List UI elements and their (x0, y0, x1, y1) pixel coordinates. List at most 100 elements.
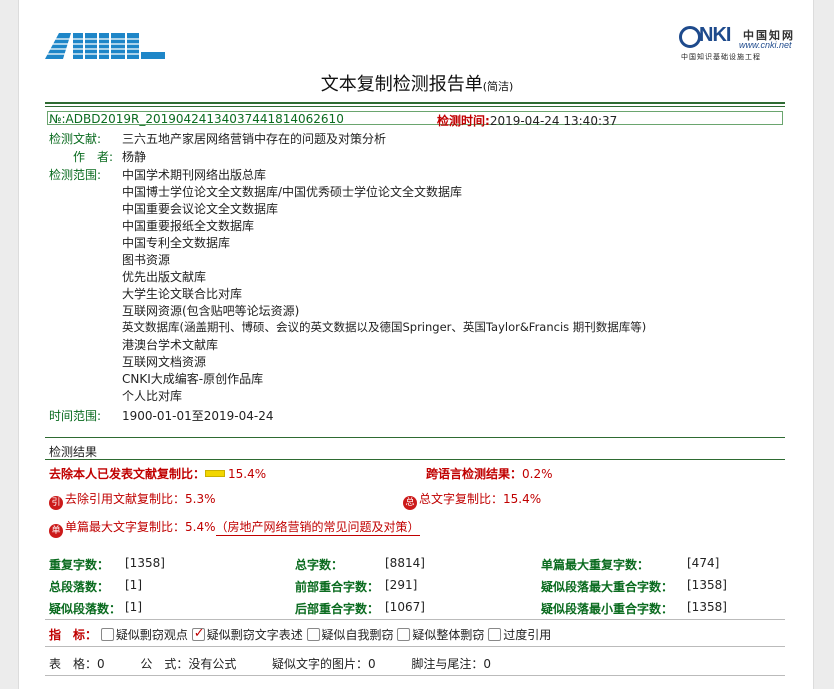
total-row: 总总文字复制比：15.4% (403, 490, 541, 510)
footer-value: 0 (483, 657, 491, 671)
stat-value: [1358] (687, 600, 727, 614)
checkbox-icon[interactable] (397, 628, 411, 641)
stat-label: 前部重合字数： (295, 580, 380, 594)
author-value: 杨静 (122, 150, 147, 164)
footer-label: 公 式： (140, 657, 189, 671)
scope-item: 中国学术期刊网络出版总库 (122, 168, 267, 182)
single-value: 5.4% (185, 520, 216, 534)
cross-lang-row: 跨语言检测结果：0.2% (426, 465, 553, 482)
report-sheet: NKI 中国知网 www.cnki.net 中国知识基础设施工程 文本复制检测报… (18, 0, 814, 689)
stat-label: 疑似段落最大重合字数： (541, 580, 674, 594)
excl-cite-row: 引去除引用文献复制比：5.3% (49, 490, 216, 510)
footer-value: 0 (97, 657, 105, 671)
results-title: 检测结果 (49, 445, 98, 459)
stat-label: 疑似段落最小重合字数： (541, 602, 674, 616)
cross-lang-label: 跨语言检测结果： (426, 467, 523, 481)
indicator-item-label: 疑似整体剽窃 (412, 628, 485, 642)
scope-item: 大学生论文联合比对库 (122, 287, 243, 301)
amnc-logo-icon (45, 33, 167, 59)
scope-item: 中国重要会议论文全文数据库 (122, 202, 279, 216)
excl-cite-value: 5.3% (185, 492, 216, 506)
single-source-link[interactable]: （房地产网络营销的常见问题及对策） (215, 520, 420, 536)
cnki-logo-circle-icon (679, 26, 701, 48)
stat-label: 后部重合字数： (295, 602, 380, 616)
header-rule (45, 102, 785, 104)
indicator-row: 指 标： 疑似剽窃观点 疑似剽窃文字表述 疑似自我剽窃 疑似整体剽窃 过度引用 (49, 626, 551, 643)
indicator-item[interactable]: 疑似整体剽窃 (397, 628, 484, 642)
title-suffix: (简洁) (482, 80, 514, 93)
cite-badge-icon: 引 (49, 496, 63, 510)
indicator-rule-bottom (45, 646, 785, 647)
stat-value: [1067] (385, 600, 425, 614)
footer-label: 脚注与尾注： (411, 657, 484, 671)
stat-label: 疑似段落数： (49, 602, 122, 616)
excl-self-row: 去除本人已发表文献复制比： 15.4% (49, 465, 266, 482)
stat-value: [1] (125, 600, 142, 614)
stat-value: [1358] (687, 578, 727, 592)
page-title: 文本复制检测报告单(简洁) (19, 70, 813, 96)
scope-item: 中国博士学位论文全文数据库/中国优秀硕士学位论文全文数据库 (122, 185, 463, 199)
stat-label: 单篇最大重复字数： (541, 558, 650, 572)
scope-item: 中国重要报纸全文数据库 (122, 219, 255, 233)
header-rule-thin (45, 106, 785, 107)
scope-item: 互联网文档资源 (122, 355, 207, 369)
check-time-value: 2019-04-24 13:40:37 (489, 114, 618, 128)
total-label: 总文字复制比： (419, 492, 504, 506)
footer-row: 表 格：0 公 式：没有公式 疑似文字的图片：0 脚注与尾注：0 (49, 655, 491, 672)
total-value: 15.4% (503, 492, 542, 506)
scope-item: 优先出版文献库 (122, 270, 207, 284)
indicator-rule-top (45, 619, 785, 620)
indicator-label: 指 标： (49, 628, 98, 642)
checkbox-icon[interactable] (100, 628, 114, 641)
ratio-bar-icon (205, 470, 226, 477)
stat-label: 重复字数： (49, 558, 110, 572)
indicator-item-label: 疑似自我剽窃 (321, 628, 394, 642)
scope-item: 港澳台学术文献库 (122, 338, 219, 352)
footer-rule (45, 675, 785, 676)
checkbox-icon[interactable] (306, 628, 320, 641)
indicator-item[interactable]: 疑似剽窃文字表述 (191, 626, 303, 642)
stat-value: [1358] (125, 556, 165, 570)
indicator-item-label: 疑似剽窃观点 (115, 628, 188, 642)
title-text: 文本复制检测报告单 (320, 74, 483, 95)
range-label: 时间范围: (49, 409, 102, 423)
stat-value: [291] (385, 578, 418, 592)
total-badge-icon: 总 (403, 496, 417, 510)
scope-item: 个人比对库 (122, 389, 183, 403)
single-badge-icon: 单 (49, 524, 63, 538)
cross-lang-value: 0.2% (522, 467, 553, 481)
footer-label: 表 格： (49, 657, 98, 671)
indicator-item-label: 疑似剽窃文字表述 (206, 628, 303, 642)
indicator-item[interactable]: 疑似自我剽窃 (306, 628, 394, 642)
stat-label: 总段落数： (49, 580, 110, 594)
indicator-item[interactable]: 过度引用 (488, 628, 551, 642)
footer-value: 0 (368, 657, 376, 671)
footer-label: 疑似文字的图片： (272, 657, 369, 671)
cnki-logo-letters: NKI (699, 24, 731, 46)
single-label: 单篇最大文字复制比： (65, 520, 186, 534)
cnki-logo-url: www.cnki.net (739, 40, 792, 50)
doc-title: 三六五地产家居网络营销中存在的问题及对策分析 (122, 132, 387, 146)
scope-item: 互联网资源(包含贴吧等论坛资源) (122, 304, 300, 318)
results-rule (45, 459, 785, 460)
excl-self-value: 15.4% (228, 467, 267, 481)
doc-label: 检测文献: (49, 132, 102, 146)
range-value: 1900-01-01至2019-04-24 (122, 409, 274, 423)
scope-item: 英文数据库(涵盖期刊、博硕、会议的英文数据以及德国Springer、英国Tayl… (122, 320, 647, 334)
checkbox-icon[interactable] (488, 628, 502, 641)
excl-cite-label: 去除引用文献复制比： (65, 492, 186, 506)
check-time: 检测时间:2019-04-24 13:40:37 (437, 112, 617, 129)
checkbox-checked-icon[interactable] (191, 626, 205, 641)
results-rule-top (45, 437, 785, 438)
scope-label: 检测范围: (49, 168, 102, 182)
stat-value: [1] (125, 578, 142, 592)
stat-value: [8814] (385, 556, 425, 570)
stat-label: 总字数： (295, 558, 344, 572)
single-row: 单单篇最大文字复制比：5.4%（房地产网络营销的常见问题及对策） (49, 518, 420, 538)
indicator-item-label: 过度引用 (503, 628, 552, 642)
stat-value: [474] (687, 556, 720, 570)
cnki-logo: NKI 中国知网 www.cnki.net 中国知识基础设施工程 (679, 24, 799, 64)
footer-value: 没有公式 (188, 657, 237, 671)
excl-self-label: 去除本人已发表文献复制比： (49, 467, 206, 481)
indicator-item[interactable]: 疑似剽窃观点 (100, 628, 188, 642)
